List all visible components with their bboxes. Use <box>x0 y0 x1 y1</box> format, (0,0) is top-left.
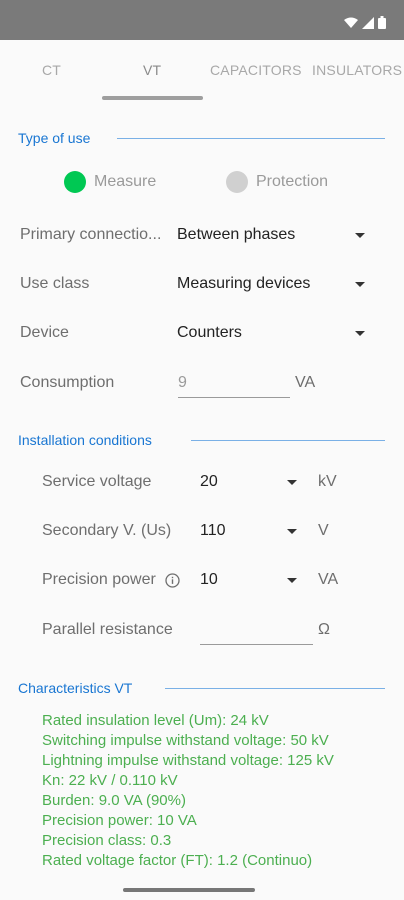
characteristic-line: Rated voltage factor (FT): 1.2 (Continuo… <box>42 852 313 869</box>
info-icon[interactable] <box>165 573 180 588</box>
tab-ct[interactable]: CT <box>42 62 61 78</box>
chevron-down-icon[interactable] <box>355 331 365 336</box>
parallel-resistance-label: Parallel resistance <box>42 621 173 638</box>
section-title-characteristics: Characteristics VT <box>18 680 133 696</box>
chevron-down-icon[interactable] <box>287 529 297 534</box>
primary-connection-dropdown[interactable]: Between phases <box>177 226 295 244</box>
characteristic-line: Switching impulse withstand voltage: 50 … <box>42 732 329 749</box>
tab-vt[interactable]: VT <box>143 62 161 78</box>
characteristic-line: Rated insulation level (Um): 24 kV <box>42 712 269 729</box>
section-divider <box>117 138 385 139</box>
characteristic-line: Precision power: 10 VA <box>42 812 197 829</box>
radio-protection[interactable]: Protection <box>226 171 328 193</box>
section-title-type-of-use: Type of use <box>18 130 91 146</box>
signal-icon <box>362 16 374 29</box>
status-icons <box>344 16 386 29</box>
service-voltage-unit: kV <box>318 473 337 490</box>
section-title-installation: Installation conditions <box>18 432 152 448</box>
service-voltage-dropdown[interactable]: 20 <box>200 473 218 491</box>
parallel-resistance-underline <box>200 644 313 645</box>
service-voltage-label: Service voltage <box>42 473 152 490</box>
tab-indicator <box>102 96 203 100</box>
chevron-down-icon[interactable] <box>355 233 365 238</box>
precision-power-label: Precision power <box>42 571 156 588</box>
device-label: Device <box>20 324 69 341</box>
tab-insulators[interactable]: INSULATORS <box>312 62 402 78</box>
consumption-label: Consumption <box>20 374 115 391</box>
secondary-voltage-label: Secondary V. (Us) <box>42 522 172 539</box>
precision-power-unit: VA <box>318 571 339 588</box>
parallel-resistance-unit: Ω <box>318 621 330 638</box>
gesture-nav-bar[interactable] <box>123 888 255 892</box>
primary-connection-label: Primary connectio... <box>20 226 162 243</box>
use-class-dropdown[interactable]: Measuring devices <box>177 275 310 293</box>
section-divider <box>165 688 385 689</box>
radio-unselected-icon <box>226 171 248 193</box>
consumption-input[interactable]: 9 <box>178 374 187 392</box>
tab-capacitors[interactable]: CAPACITORS <box>210 62 302 78</box>
precision-power-dropdown[interactable]: 10 <box>200 571 218 589</box>
wifi-icon <box>344 17 358 28</box>
consumption-underline <box>178 397 290 398</box>
chevron-down-icon[interactable] <box>287 578 297 583</box>
secondary-voltage-dropdown[interactable]: 110 <box>200 522 226 540</box>
battery-icon <box>378 16 386 29</box>
tab-bar: CT VT CAPACITORS INSULATORS <box>0 40 404 102</box>
radio-measure[interactable]: Measure <box>64 171 156 193</box>
radio-measure-label: Measure <box>94 173 157 190</box>
section-divider <box>191 440 385 441</box>
use-class-label: Use class <box>20 275 90 292</box>
secondary-voltage-unit: V <box>318 522 329 539</box>
chevron-down-icon[interactable] <box>355 282 365 287</box>
characteristic-line: Burden: 9.0 VA (90%) <box>42 792 186 809</box>
consumption-unit: VA <box>295 374 316 391</box>
chevron-down-icon[interactable] <box>287 480 297 485</box>
status-bar <box>0 0 404 40</box>
radio-protection-label: Protection <box>256 173 329 190</box>
device-dropdown[interactable]: Counters <box>177 324 242 342</box>
characteristic-line: Lightning impulse withstand voltage: 125… <box>42 752 334 769</box>
characteristic-line: Kn: 22 kV / 0.110 kV <box>42 772 178 789</box>
characteristic-line: Precision class: 0.3 <box>42 832 172 849</box>
radio-selected-icon <box>64 171 86 193</box>
